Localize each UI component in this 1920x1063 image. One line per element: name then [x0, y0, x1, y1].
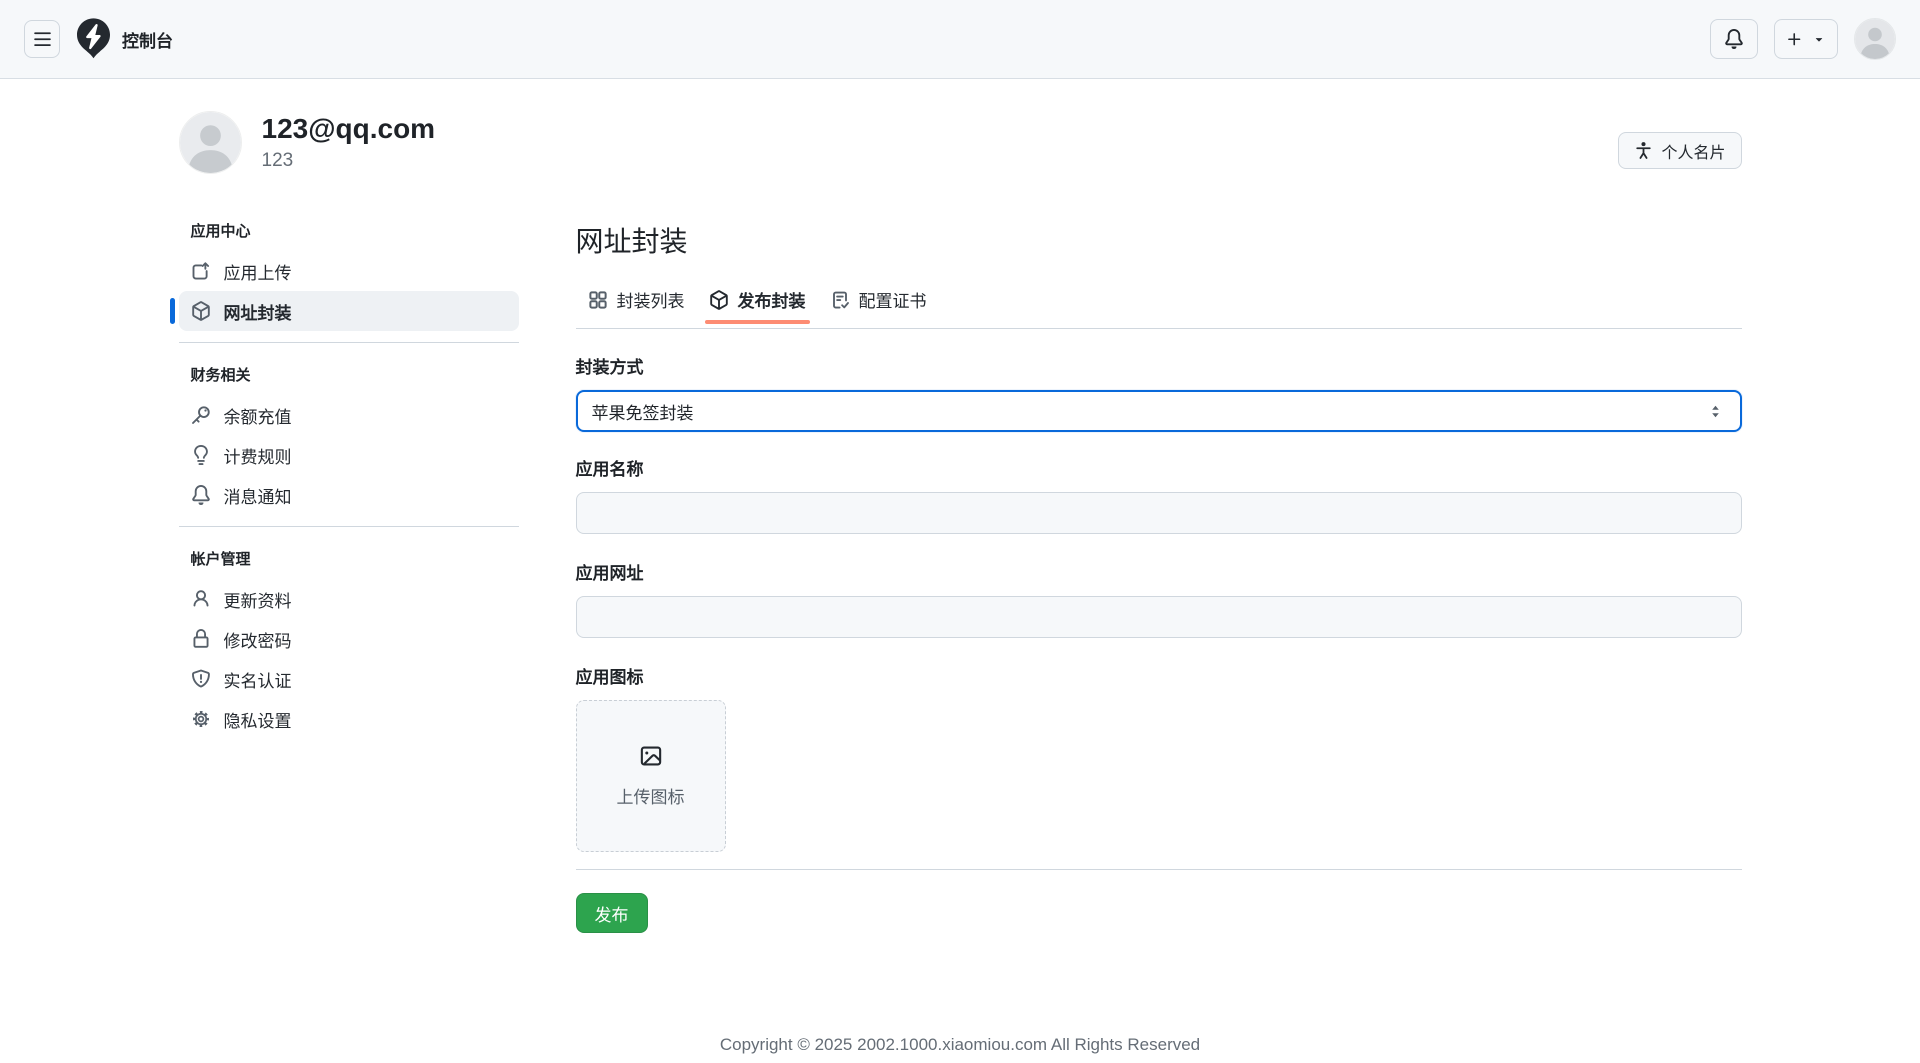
sidebar-section-title-finance: 财务相关	[179, 364, 519, 385]
app-title: 控制台	[122, 27, 173, 52]
sidebar-divider	[179, 526, 519, 527]
sidebar-item-update-profile[interactable]: 更新资料	[179, 579, 519, 619]
bell-icon	[191, 485, 211, 505]
hamburger-menu-button[interactable]	[24, 20, 60, 58]
upload-icon-text: 上传图标	[617, 783, 685, 808]
notifications-button[interactable]	[1710, 19, 1758, 59]
plus-icon	[1786, 31, 1803, 48]
tab-label: 发布封装	[738, 287, 806, 312]
sidebar-item-label: 实名认证	[224, 667, 292, 692]
sidebar-item-label: 隐私设置	[224, 707, 292, 732]
image-icon	[639, 744, 663, 768]
user-avatar-small[interactable]	[1854, 18, 1896, 60]
upload-icon	[191, 261, 211, 281]
sidebar-divider	[179, 342, 519, 343]
gear-icon	[191, 709, 211, 729]
package-icon	[191, 301, 211, 321]
triangle-down-icon	[1812, 32, 1826, 46]
packaging-method-value: 苹果免签封装	[592, 399, 694, 424]
package-icon	[709, 290, 729, 310]
user-avatar-large	[179, 111, 242, 174]
person-icon	[191, 589, 211, 609]
tab-bar: 封装列表 发布封装 配置证书	[576, 285, 1742, 329]
sidebar-item-app-upload[interactable]: 应用上传	[179, 251, 519, 291]
profile-header: 123@qq.com 123 个人名片	[179, 79, 1742, 174]
app-icon-label: 应用图标	[576, 663, 1742, 688]
apps-icon	[588, 290, 608, 310]
top-header: 控制台	[0, 0, 1920, 79]
sidebar-item-billing-rules[interactable]: 计费规则	[179, 435, 519, 475]
sidebar-section-title-account: 帐户管理	[179, 548, 519, 569]
sidebar-item-real-name-verification[interactable]: 实名认证	[179, 659, 519, 699]
lightbulb-icon	[191, 445, 211, 465]
sidebar-item-url-packaging[interactable]: 网址封装	[179, 291, 519, 331]
tab-publish-package[interactable]: 发布封装	[697, 285, 818, 328]
packaging-method-select[interactable]: 苹果免签封装	[576, 390, 1742, 432]
sidebar-item-notifications[interactable]: 消息通知	[179, 475, 519, 515]
profile-email: 123@qq.com	[262, 113, 436, 145]
lock-icon	[191, 629, 211, 649]
tab-label: 配置证书	[859, 287, 927, 312]
sidebar-item-label: 更新资料	[224, 587, 292, 612]
copyright-text: Copyright © 2025 2002.1000.xiaomiou.com …	[179, 1035, 1742, 1055]
sidebar-section-title-app-center: 应用中心	[179, 220, 519, 241]
sidebar-item-change-password[interactable]: 修改密码	[179, 619, 519, 659]
key-icon	[191, 405, 211, 425]
packaging-method-label: 封装方式	[576, 353, 1742, 378]
sidebar-item-label: 计费规则	[224, 443, 292, 468]
icon-upload-dropzone[interactable]: 上传图标	[576, 700, 726, 852]
app-name-label: 应用名称	[576, 455, 1742, 480]
select-stepper-icon	[1707, 403, 1724, 420]
sidebar-nav: 应用中心 应用上传 网址封装 财务相关 余额充值	[179, 220, 519, 933]
personal-card-label: 个人名片	[1661, 139, 1725, 163]
personal-card-button[interactable]: 个人名片	[1618, 132, 1741, 169]
sidebar-item-label: 修改密码	[224, 627, 292, 652]
certificate-icon	[830, 290, 850, 310]
app-name-input[interactable]	[576, 492, 1742, 534]
sidebar-item-label: 网址封装	[224, 299, 292, 324]
app-url-input[interactable]	[576, 596, 1742, 638]
app-url-label: 应用网址	[576, 559, 1742, 584]
publish-package-form: 封装方式 苹果免签封装 应用名称 应用网址 应用图标 上传图标	[576, 353, 1742, 933]
create-new-button[interactable]	[1774, 19, 1838, 59]
zap-logo-icon[interactable]	[77, 18, 110, 60]
form-divider	[576, 869, 1742, 870]
publish-button[interactable]: 发布	[576, 893, 648, 933]
page-title: 网址封装	[576, 220, 1742, 260]
tab-label: 封装列表	[617, 287, 685, 312]
person-figure-icon	[1634, 141, 1653, 160]
three-bars-icon	[33, 30, 52, 49]
profile-username: 123	[262, 150, 436, 172]
sidebar-item-label: 余额充值	[224, 403, 292, 428]
sidebar-item-label: 消息通知	[224, 483, 292, 508]
tab-configure-certificate[interactable]: 配置证书	[818, 285, 939, 328]
tab-package-list[interactable]: 封装列表	[576, 285, 697, 328]
shield-icon	[191, 669, 211, 689]
bell-icon	[1724, 29, 1744, 49]
sidebar-item-label: 应用上传	[224, 259, 292, 284]
sidebar-item-balance-recharge[interactable]: 余额充值	[179, 395, 519, 435]
sidebar-item-privacy-settings[interactable]: 隐私设置	[179, 699, 519, 739]
